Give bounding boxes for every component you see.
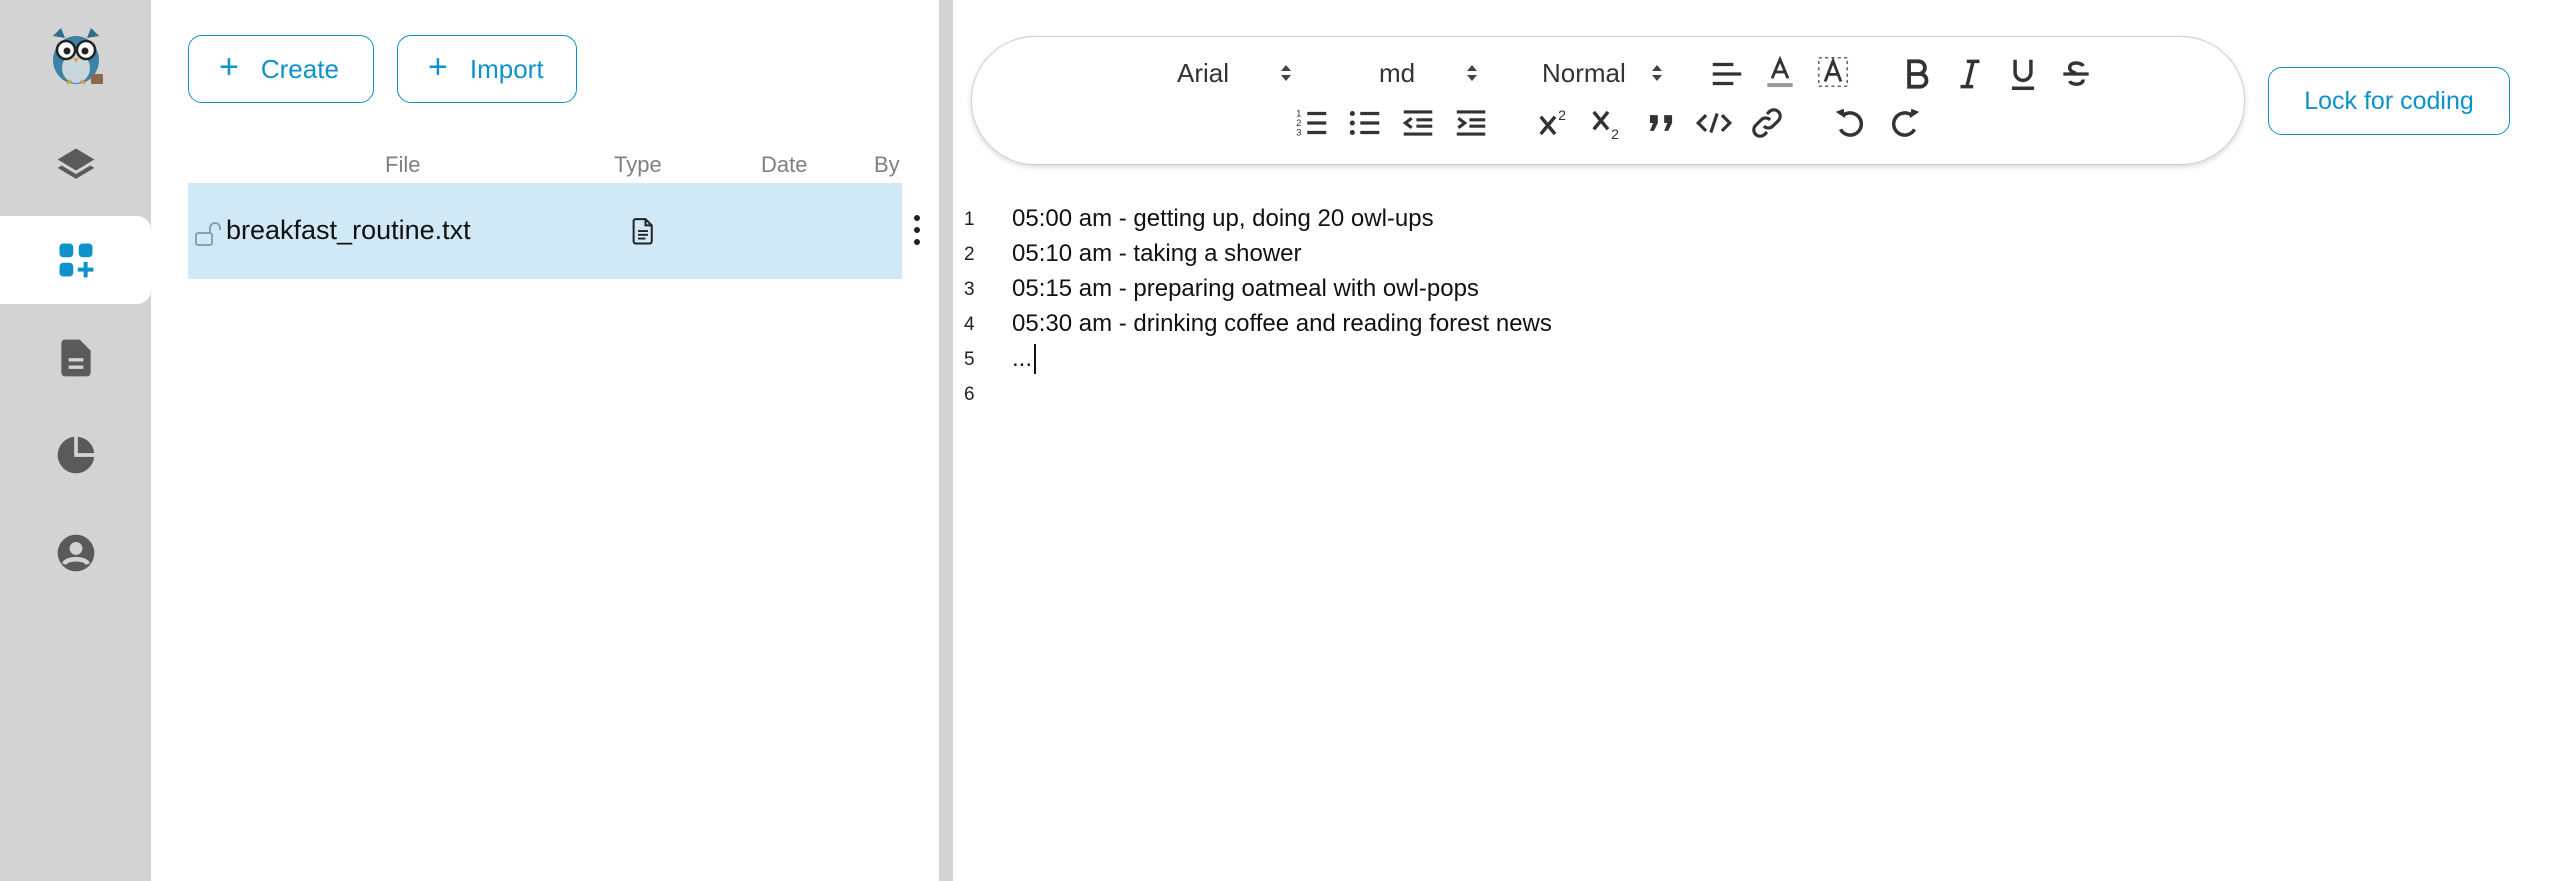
- plus-icon: +: [219, 48, 239, 86]
- sidebar-item-analytics[interactable]: [0, 411, 151, 499]
- ordered-list-icon: 1 2 3: [1296, 109, 1327, 139]
- select-arrows-icon: [1467, 65, 1477, 81]
- sidebar-item-apps[interactable]: [0, 216, 151, 304]
- superscript-button[interactable]: 2: [1536, 104, 1574, 142]
- indent-icon: [1456, 110, 1486, 136]
- link-icon: [1752, 108, 1782, 138]
- subscript-icon: 2: [1592, 110, 1619, 143]
- line-text[interactable]: 05:30 am - drinking coffee and reading f…: [1012, 310, 1552, 338]
- unlock-icon[interactable]: [193, 219, 223, 249]
- outdent-button[interactable]: [1399, 104, 1437, 142]
- import-button[interactable]: + Import: [397, 35, 577, 103]
- line-text[interactable]: 05:15 am - preparing oatmeal with owl-po…: [1012, 275, 1479, 303]
- line-number: 6: [964, 384, 975, 405]
- create-label: Create: [260, 53, 339, 84]
- undo-icon: [1835, 108, 1864, 137]
- bullet-list-button[interactable]: [1346, 104, 1384, 142]
- text-color-button[interactable]: [1761, 53, 1799, 91]
- highlight-color-button[interactable]: [1814, 53, 1852, 91]
- blockquote-button[interactable]: [1642, 104, 1680, 142]
- link-button[interactable]: [1748, 104, 1786, 142]
- italic-icon: [1960, 59, 1980, 89]
- align-button[interactable]: [1708, 55, 1746, 93]
- pie-chart-icon: [57, 436, 94, 474]
- code-button[interactable]: [1695, 104, 1733, 142]
- sidebar-item-layers[interactable]: [0, 121, 151, 209]
- lock-for-coding-button[interactable]: Lock for coding: [2268, 67, 2510, 135]
- file-row[interactable]: breakfast_routine.txt: [188, 183, 902, 279]
- text-editor[interactable]: 1 05:00 am - getting up, doing 20 owl-up…: [960, 205, 2540, 855]
- text-file-icon: [632, 218, 653, 245]
- select-arrows-icon: [1652, 65, 1662, 81]
- bullet-list-icon: [1349, 110, 1380, 136]
- font-select[interactable]: Arial: [1177, 53, 1297, 93]
- file-panel: [151, 0, 939, 881]
- underline-icon: [2011, 59, 2035, 90]
- sidebar-item-account[interactable]: [0, 509, 151, 597]
- svg-text:3: 3: [1296, 128, 1301, 139]
- line-text[interactable]: ...: [1012, 345, 1032, 373]
- line-number: 4: [964, 314, 975, 335]
- ordered-list-button[interactable]: 1 2 3: [1293, 104, 1331, 142]
- size-select-value: md: [1379, 57, 1416, 88]
- undo-button[interactable]: [1831, 104, 1869, 142]
- indent-button[interactable]: [1452, 104, 1490, 142]
- line-number: 5: [964, 349, 975, 370]
- strikethrough-icon: [2063, 61, 2089, 86]
- document-icon: [60, 339, 91, 377]
- more-vert-icon[interactable]: [908, 210, 926, 250]
- column-header-type[interactable]: Type: [614, 152, 662, 178]
- redo-button[interactable]: [1886, 104, 1924, 142]
- code-icon: [1695, 112, 1733, 134]
- size-select[interactable]: md: [1379, 53, 1489, 93]
- import-label: Import: [469, 53, 544, 84]
- create-button[interactable]: + Create: [188, 35, 374, 103]
- italic-button[interactable]: [1951, 55, 1989, 93]
- owl-logo[interactable]: [43, 22, 109, 88]
- line-text[interactable]: 05:10 am - taking a shower: [1012, 240, 1302, 268]
- bold-button[interactable]: [1898, 55, 1936, 93]
- column-header-by[interactable]: By: [874, 152, 900, 178]
- outdent-icon: [1402, 110, 1433, 136]
- line-number: 2: [964, 244, 975, 265]
- bold-icon: [1907, 59, 1929, 89]
- nav-rail: [0, 0, 151, 881]
- text-cursor: [1034, 344, 1036, 374]
- superscript-icon: 2: [1539, 108, 1566, 136]
- column-header-file[interactable]: File: [385, 152, 420, 178]
- underline-button[interactable]: [2004, 55, 2042, 93]
- svg-text:2: 2: [1611, 127, 1619, 142]
- font-select-value: Arial: [1177, 57, 1230, 88]
- redo-icon: [1891, 108, 1920, 137]
- plus-icon: +: [428, 48, 448, 86]
- select-arrows-icon: [1281, 65, 1291, 81]
- sidebar-item-documents[interactable]: [0, 314, 151, 402]
- panel-divider[interactable]: [939, 0, 953, 881]
- svg-text:2: 2: [1558, 108, 1566, 124]
- highlight-icon: [1817, 56, 1849, 88]
- style-select[interactable]: Normal: [1542, 53, 1672, 93]
- font-color-icon: [1767, 55, 1793, 88]
- apps-add-icon: [59, 243, 93, 278]
- align-left-icon: [1712, 62, 1742, 86]
- line-number: 1: [964, 209, 975, 230]
- file-name: breakfast_routine.txt: [226, 215, 471, 245]
- column-header-date[interactable]: Date: [761, 152, 807, 178]
- account-icon: [57, 534, 94, 572]
- quote-icon: [1649, 115, 1673, 131]
- style-select-value: Normal: [1542, 57, 1626, 88]
- editor-toolbar: Arial md Normal 1 2 3 2 2: [971, 36, 2245, 165]
- subscript-button[interactable]: 2: [1589, 104, 1627, 143]
- line-number: 3: [964, 279, 975, 300]
- layers-icon: [57, 148, 94, 179]
- strikethrough-button[interactable]: [2057, 55, 2095, 93]
- line-text[interactable]: 05:00 am - getting up, doing 20 owl-ups: [1012, 205, 1434, 233]
